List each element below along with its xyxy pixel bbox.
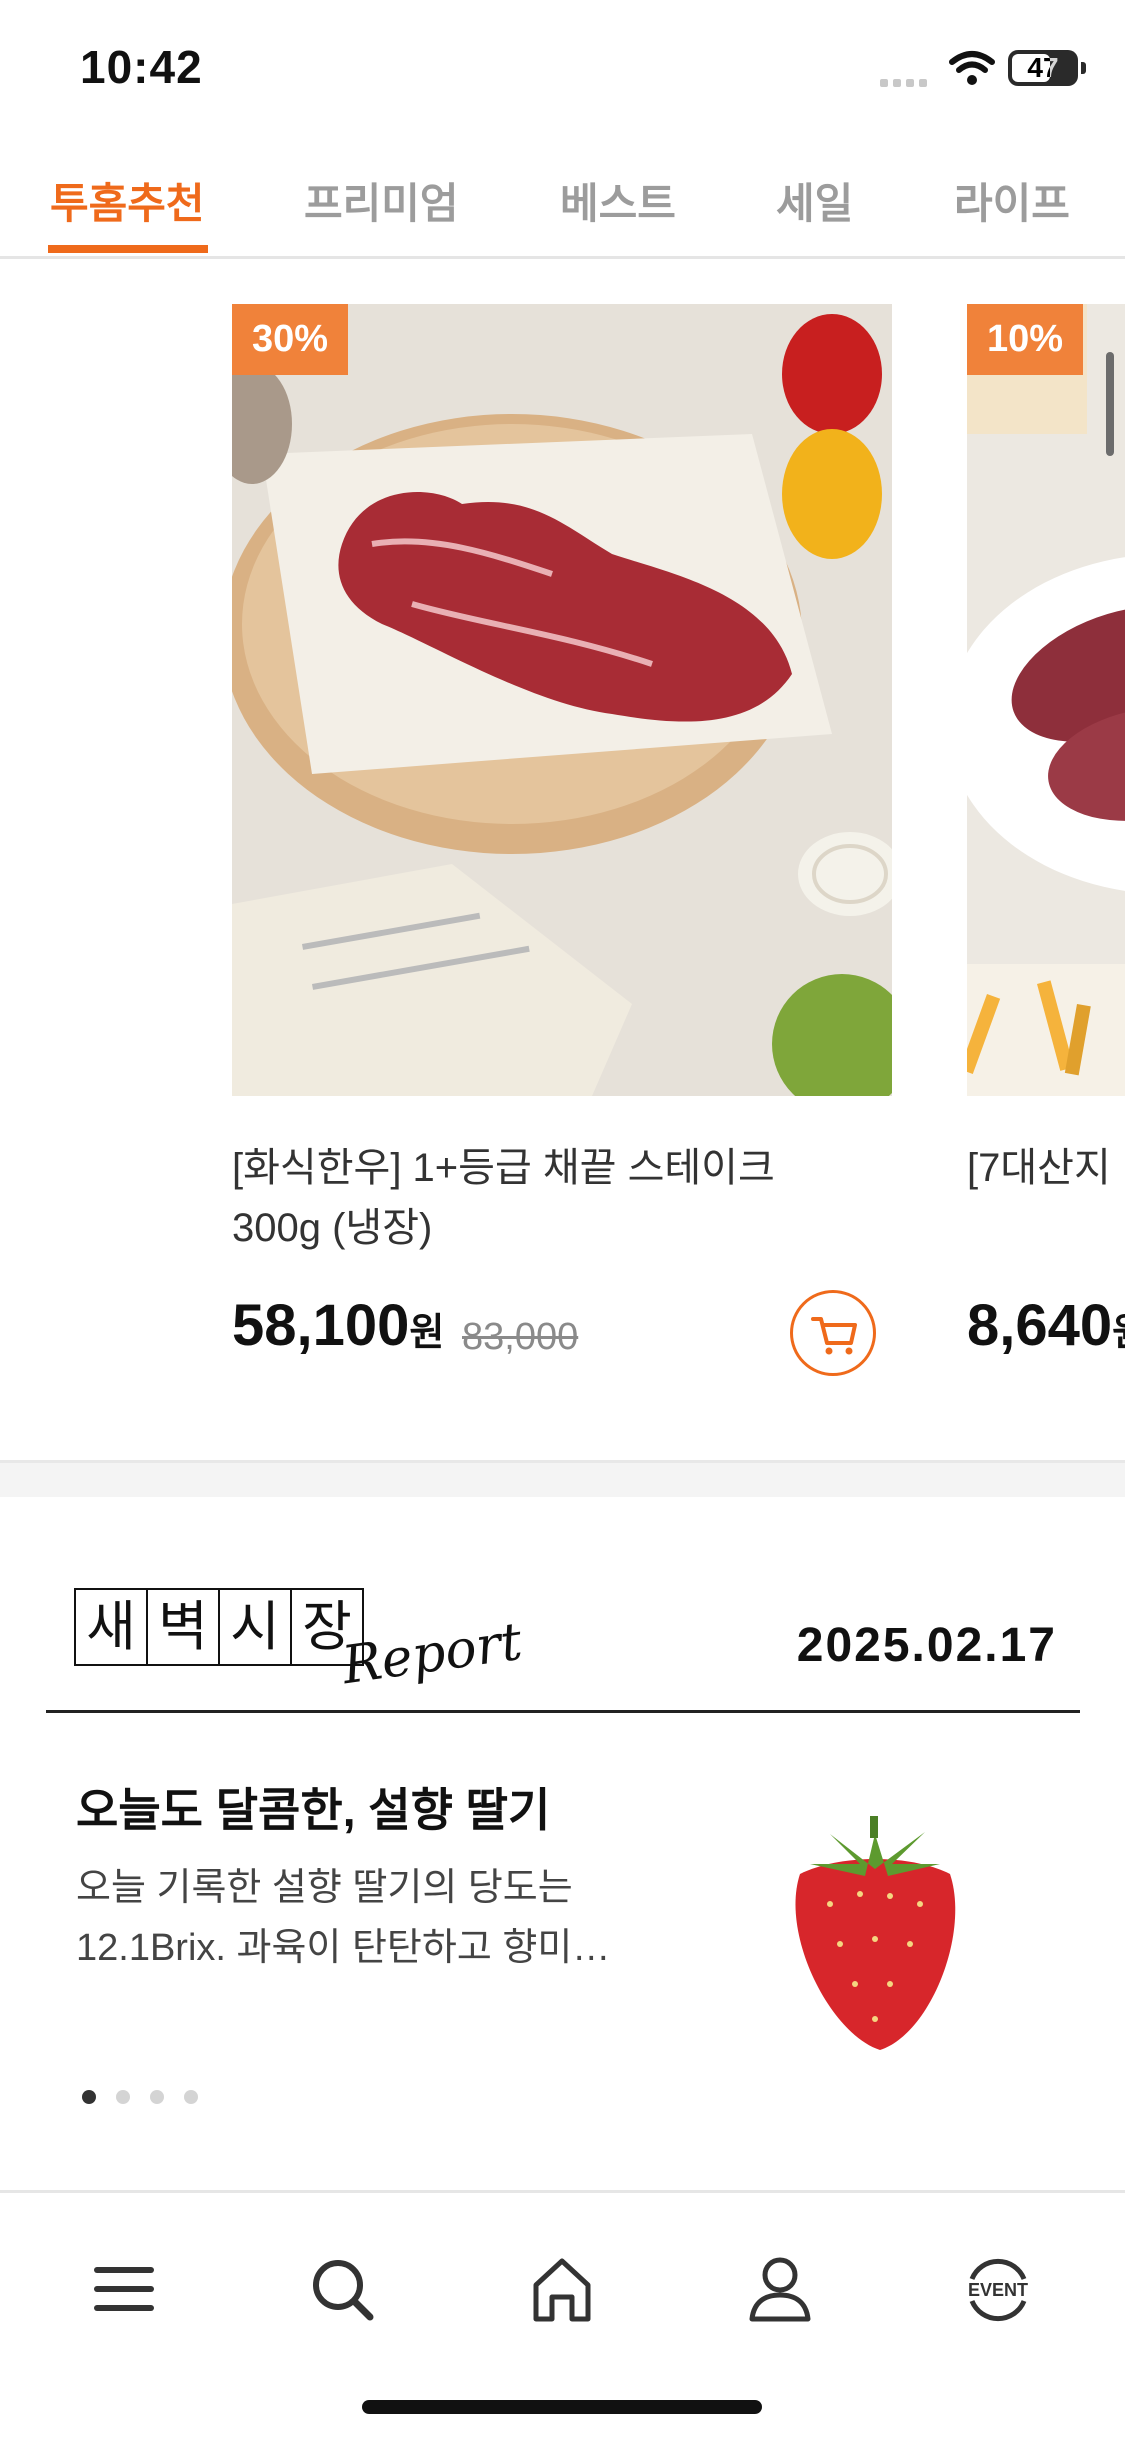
- mypage-button[interactable]: [740, 2249, 820, 2329]
- pagination-dot-active[interactable]: [82, 2090, 96, 2104]
- tab-recommended[interactable]: 투홈추천: [50, 170, 205, 231]
- report-pagination[interactable]: [82, 2090, 198, 2104]
- cart-icon: [811, 1317, 857, 1355]
- event-label: EVENT: [968, 2280, 1028, 2300]
- scroll-indicator[interactable]: [1106, 352, 1114, 456]
- price-row: 58,100원 83,000: [232, 1278, 892, 1376]
- home-indicator: [362, 2400, 762, 2414]
- product-title-line1: [7대산지: [967, 1146, 1111, 1190]
- logo-char: 시: [220, 1590, 292, 1664]
- currency-label: 원: [409, 1312, 445, 1354]
- wifi-icon: [949, 51, 995, 85]
- status-bar: 10:42 47: [0, 0, 1125, 140]
- report-logo: 새 벽 시 장 Report: [74, 1588, 526, 1698]
- report-description[interactable]: 오늘 기록한 설향 딸기의 당도는 12.1Brix. 과육이 탄탄하고 향미…: [76, 1858, 676, 1978]
- section-divider: [0, 1460, 1125, 1497]
- profile-icon: [749, 2257, 811, 2322]
- strawberry-image[interactable]: [770, 1814, 980, 2054]
- price-row: 8,640원: [967, 1278, 1125, 1368]
- sale-price-value: 8,640: [967, 1293, 1113, 1358]
- dawn-market-report[interactable]: 새 벽 시 장 Report 2025.02.17 오늘도 달콤한, 설향 딸기…: [0, 1494, 1125, 2194]
- product-carousel[interactable]: 30% [화식한우] 1+등급 채끝 스테이크 300g (냉장) 58,100…: [0, 258, 1125, 1458]
- tab-life[interactable]: 라이프: [954, 170, 1070, 231]
- category-tabs: 투홈추천 프리미엄 베스트 세일 라이프: [0, 150, 1125, 259]
- home-icon: [533, 2258, 591, 2322]
- sale-price: 8,640원: [967, 1292, 1125, 1359]
- status-time: 10:42: [80, 41, 203, 93]
- product-title[interactable]: [7대산지: [967, 1138, 1125, 1258]
- report-desc-line1: 오늘 기록한 설향 딸기의 당도는: [76, 1867, 573, 1909]
- battery-icon: 47: [1008, 50, 1086, 86]
- cellular-signal-icon: [880, 74, 932, 87]
- product-image-sweet-potato[interactable]: 10%: [967, 304, 1125, 1096]
- menu-button[interactable]: [84, 2249, 164, 2329]
- discount-badge: 10%: [967, 304, 1084, 375]
- battery-level: 47: [1027, 52, 1059, 83]
- active-tab-indicator: [48, 245, 208, 253]
- home-button[interactable]: [522, 2249, 602, 2329]
- product-title[interactable]: [화식한우] 1+등급 채끝 스테이크 300g (냉장): [232, 1138, 892, 1258]
- product-title-line1: [화식한우] 1+등급 채끝 스테이크: [232, 1146, 775, 1190]
- pagination-dot[interactable]: [150, 2090, 164, 2104]
- sale-price-value: 58,100: [232, 1293, 410, 1358]
- logo-char: 새: [76, 1590, 148, 1664]
- product-image-steak[interactable]: 30%: [232, 304, 892, 1096]
- sale-price: 58,100원: [232, 1292, 444, 1359]
- product-title-line2: 300g (냉장): [232, 1206, 433, 1250]
- currency-label: 원: [1112, 1312, 1125, 1354]
- report-rule: [46, 1710, 1080, 1713]
- menu-icon: [94, 2267, 154, 2311]
- report-date: 2025.02.17: [796, 1619, 1057, 1672]
- product-card[interactable]: 30% [화식한우] 1+등급 채끝 스테이크 300g (냉장) 58,100…: [232, 304, 892, 1376]
- original-price: 83,000: [462, 1316, 579, 1358]
- tab-best[interactable]: 베스트: [560, 170, 676, 231]
- product-card[interactable]: 10% [7대산지 8,640원: [967, 304, 1125, 1368]
- tab-premium[interactable]: 프리미엄: [304, 170, 459, 231]
- pagination-dot[interactable]: [184, 2090, 198, 2104]
- report-logo-boxes: 새 벽 시 장: [74, 1588, 364, 1666]
- discount-badge: 30%: [232, 304, 349, 375]
- search-button[interactable]: [302, 2249, 382, 2329]
- tab-sale[interactable]: 세일: [776, 170, 853, 231]
- event-button[interactable]: EVENT: [958, 2249, 1038, 2329]
- search-icon: [313, 2260, 374, 2321]
- add-to-cart-button[interactable]: [790, 1290, 876, 1376]
- report-desc-line2: 12.1Brix. 과육이 탄탄하고 향미…: [76, 1927, 611, 1969]
- event-icon: EVENT: [968, 2258, 1028, 2322]
- report-logo-script: Report: [338, 1611, 526, 1697]
- logo-char: 벽: [148, 1590, 220, 1664]
- pagination-dot[interactable]: [116, 2090, 130, 2104]
- report-headline[interactable]: 오늘도 달콤한, 설향 딸기: [76, 1774, 550, 1840]
